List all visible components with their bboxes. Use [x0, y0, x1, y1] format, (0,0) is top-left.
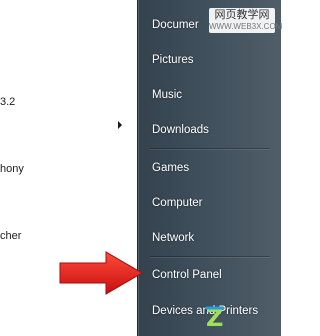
- menu-item-music[interactable]: Music: [152, 89, 182, 101]
- menu-item-control-panel[interactable]: Control Panel: [152, 269, 222, 281]
- menu-separator: [150, 256, 270, 257]
- menu-item-computer[interactable]: Computer: [152, 197, 203, 209]
- start-menu-right-pane: Documer Pictures Music Downloads Games C…: [137, 0, 281, 336]
- watermark-url: WWW.WEB3X.COM: [209, 22, 283, 31]
- program-item-partial-2[interactable]: hony: [0, 163, 24, 175]
- menu-item-games[interactable]: Games: [152, 162, 189, 174]
- program-item-partial-3[interactable]: cher: [0, 230, 21, 242]
- menu-item-downloads[interactable]: Downloads: [152, 124, 209, 136]
- menu-item-pictures[interactable]: Pictures: [152, 54, 194, 66]
- submenu-arrow-icon[interactable]: [118, 121, 122, 129]
- menu-item-network[interactable]: Network: [152, 232, 194, 244]
- red-arrow-icon: [59, 251, 143, 295]
- program-item-partial-1[interactable]: 3.2: [0, 96, 15, 108]
- menu-item-documents[interactable]: Documer: [152, 19, 199, 31]
- menu-separator: [150, 148, 270, 149]
- watermark-title: 网页教学网: [214, 9, 270, 21]
- site-logo-icon: Z: [206, 304, 224, 332]
- watermark: 网页教学网 WWW.WEB3X.COM: [209, 8, 283, 33]
